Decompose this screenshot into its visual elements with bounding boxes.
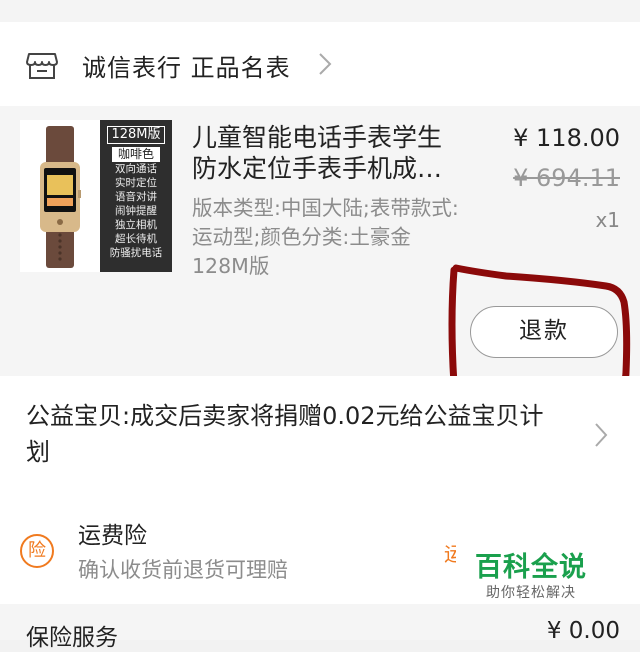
watermark-subtitle: 助你轻松解决 xyxy=(486,585,576,601)
feature-item: 超长待机 xyxy=(115,233,157,245)
product-thumbnail[interactable]: 128M版 咖啡色 双向通话 实时定位 语音对讲 闹钟提醒 独立相机 超长待机 … xyxy=(20,120,172,272)
chevron-right-icon xyxy=(595,423,608,447)
store-icon xyxy=(26,53,58,79)
feature-item: 语音对讲 xyxy=(115,191,157,203)
product-title[interactable]: 儿童智能电话手表学生防水定位手表手机成人男女多功能 xyxy=(192,122,464,184)
charity-text: 公益宝贝:成交后卖家将捐赠0.02元给公益宝贝计划 xyxy=(26,402,544,466)
color-badge: 咖啡色 xyxy=(112,147,160,162)
shop-name[interactable]: 诚信表行 正品名表 xyxy=(82,48,291,83)
watermark-title: 百科全说 xyxy=(475,552,587,583)
top-strip xyxy=(0,0,640,22)
feature-item: 实时定位 xyxy=(115,177,157,189)
shop-header[interactable]: 诚信表行 正品名表 xyxy=(0,22,640,106)
service-price: ¥ 0.00 xyxy=(546,618,620,644)
insurance-title: 运费险 xyxy=(78,523,147,549)
original-price: ¥ 694.11 xyxy=(513,164,620,192)
insurance-service-row[interactable]: 保险服务 ¥ 0.00 xyxy=(0,604,640,651)
smartwatch-icon xyxy=(40,126,81,268)
charity-row[interactable]: 公益宝贝:成交后卖家将捐赠0.02元给公益宝贝计划 xyxy=(0,376,640,494)
refund-button[interactable]: 退款 xyxy=(470,306,618,358)
version-badge: 128M版 xyxy=(107,126,165,144)
feature-item: 防骚扰电话 xyxy=(109,247,163,259)
product-price: ¥ 118.00 xyxy=(513,124,620,152)
service-label: 保险服务 xyxy=(26,625,118,651)
insurance-desc: 确认收货前退货可理赔 xyxy=(78,558,288,582)
insurance-icon: 险 xyxy=(20,534,54,568)
feature-item: 双向通话 xyxy=(115,163,157,175)
product-quantity: x1 xyxy=(595,208,620,232)
feature-item: 闹钟提醒 xyxy=(115,205,157,217)
watch-image xyxy=(20,120,100,272)
chevron-right-icon xyxy=(319,53,332,75)
feature-panel: 128M版 咖啡色 双向通话 实时定位 语音对讲 闹钟提醒 独立相机 超长待机 … xyxy=(100,120,172,272)
product-card[interactable]: 128M版 咖啡色 双向通话 实时定位 语音对讲 闹钟提醒 独立相机 超长待机 … xyxy=(0,106,640,376)
feature-item: 独立相机 xyxy=(115,219,157,231)
product-spec: 版本类型:中国大陆;表带款式:运动型;颜色分类:土豪金128M版 xyxy=(192,196,459,278)
